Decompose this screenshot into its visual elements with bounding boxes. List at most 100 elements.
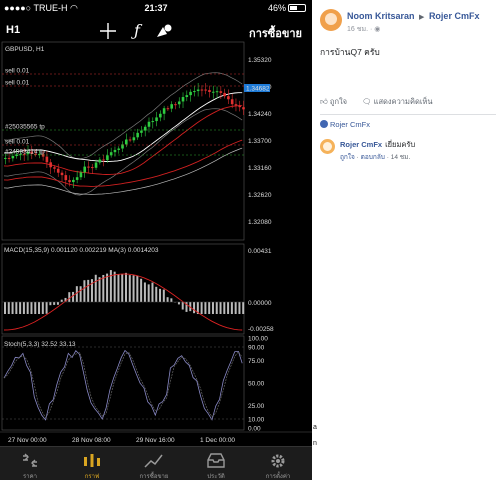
macd-bar [219,302,222,314]
author-avatar[interactable] [320,9,342,31]
candle-body [211,91,215,93]
globe-icon: · ◉ [370,26,381,33]
stoch-axis-tick: 75.00 [248,358,265,365]
stoch-axis-tick: 25.00 [248,403,265,410]
comment-like-link[interactable]: ถูกใจ [340,154,355,161]
macd-bar [215,302,218,314]
price-chart[interactable]: sell 0.01 sell 0.01 #25035565 tp sell 0.01 #… [0,40,312,446]
moving-average-red-2 [3,105,243,175]
main-panel-border [1,41,245,241]
candle-body [102,159,105,161]
macd-bar [102,274,105,302]
facebook-post: Noom Kritsaran ▶ Rojer CmFx 16 ชม. · ◉ ก… [312,0,504,168]
macd-bar [230,302,233,314]
candle-body [79,172,83,178]
macd-bar [128,275,131,302]
macd-bar [211,302,214,314]
price-axis-tick: 1.32620 [248,192,272,199]
macd-bar [238,302,241,314]
bottom-tab-bar: ราคา กราฟ การซื้อขาย ประวัติ การตั้งค่า [0,446,312,480]
macd-bar [98,277,101,302]
post-text: การบ้านQ7 ครับ [320,47,380,57]
author-name[interactable]: Noom Kritsaran [347,11,415,21]
price-axis-tick: 1.33700 [248,138,272,145]
stoch-panel-border [1,335,245,431]
comment-reply-link[interactable]: ตอบกลับ [361,154,385,161]
candle-body [83,166,87,173]
tab-history[interactable]: ประวัติ [190,447,242,480]
candle-body [68,180,71,183]
function-icon[interactable]: ƒ [127,21,147,41]
time-axis-tick: 28 Nov 08:00 [72,437,111,444]
candle-body [200,89,204,91]
candle-body [181,97,185,102]
macd-bar [7,302,10,314]
stoch-axis-tick: 90.00 [248,345,265,352]
macd-bar [83,280,86,302]
candle-body [90,167,94,169]
tab-quotes[interactable]: ราคา [4,447,56,480]
macd-bar [22,302,25,314]
timeframe-button[interactable]: H1 [6,24,20,36]
crosshair-icon[interactable] [98,21,118,41]
tab-trade[interactable]: การซื้อขาย [128,447,180,480]
candle-body [75,177,79,180]
candle-body [155,117,158,122]
candle-body [98,159,102,163]
candle-body [242,107,245,110]
comment-button[interactable]: 🗨︎ แสดงความคิดเห็น [362,96,432,108]
stoch-axis-tick: 50.00 [248,381,265,388]
objects-icon[interactable] [154,21,174,41]
macd-bar [159,288,162,302]
macd-bar [204,302,207,314]
macd-bar [106,273,109,302]
tab-label: ประวัติ [207,474,225,480]
candle-body [53,167,56,169]
macd-bar [19,302,22,314]
macd-axis-tick: 0.00431 [248,248,272,255]
candle-body [128,139,132,141]
candle-body [11,156,15,159]
thumbs-up-icon: 👍︎ [320,97,330,106]
macd-bar [200,302,203,314]
candle-body [117,148,121,150]
candle-body [94,162,98,168]
commenter-name[interactable]: Rojer CmFx [340,140,382,149]
candle-body [147,121,151,127]
candle-body [132,137,136,141]
stoch-axis-tick: 0.00 [248,426,261,433]
stoch-axis-tick: 100.00 [248,336,268,343]
time-axis-tick: 1 Dec 00:00 [200,437,235,444]
liked-by[interactable]: Rojer CmFx [320,120,370,129]
macd-bar [147,284,150,302]
price-axis-tick: 1.35320 [248,57,272,64]
comment-time: 14 ชม. [390,154,411,161]
macd-bar [30,302,33,314]
tab-label: การซื้อขาย [139,474,169,480]
group-name[interactable]: Rojer CmFx [429,11,480,21]
comment-meta: ถูกใจ · ตอบกลับ · 14 ชม. [340,154,411,161]
macd-bar [94,274,97,302]
sell-order-label: sell 0.01 [5,68,30,75]
macd-bar [15,302,18,314]
history-icon [207,453,225,468]
trade-icon [144,454,163,468]
candle-body [204,89,208,91]
price-axis-tick: 1.32080 [248,219,272,226]
macd-bar [117,274,120,302]
like-button[interactable]: 👍︎ ถูกใจ [320,96,347,108]
macd-bar [136,276,139,302]
post-time[interactable]: 16 ชม. [347,26,368,33]
tab-label: กราฟ [84,474,100,480]
candle-body [193,91,196,93]
macd-bar [181,302,184,310]
commenter-avatar[interactable] [320,139,335,154]
candle-body [87,166,90,168]
sell-order-label: sell 0.01 [5,80,30,87]
tab-settings[interactable]: การตั้งค่า [252,447,304,480]
candle-body [106,155,109,161]
tab-chart[interactable]: กราฟ [66,447,118,480]
macd-bar [75,286,78,302]
macd-bar [170,298,173,302]
candle-body [60,172,64,176]
